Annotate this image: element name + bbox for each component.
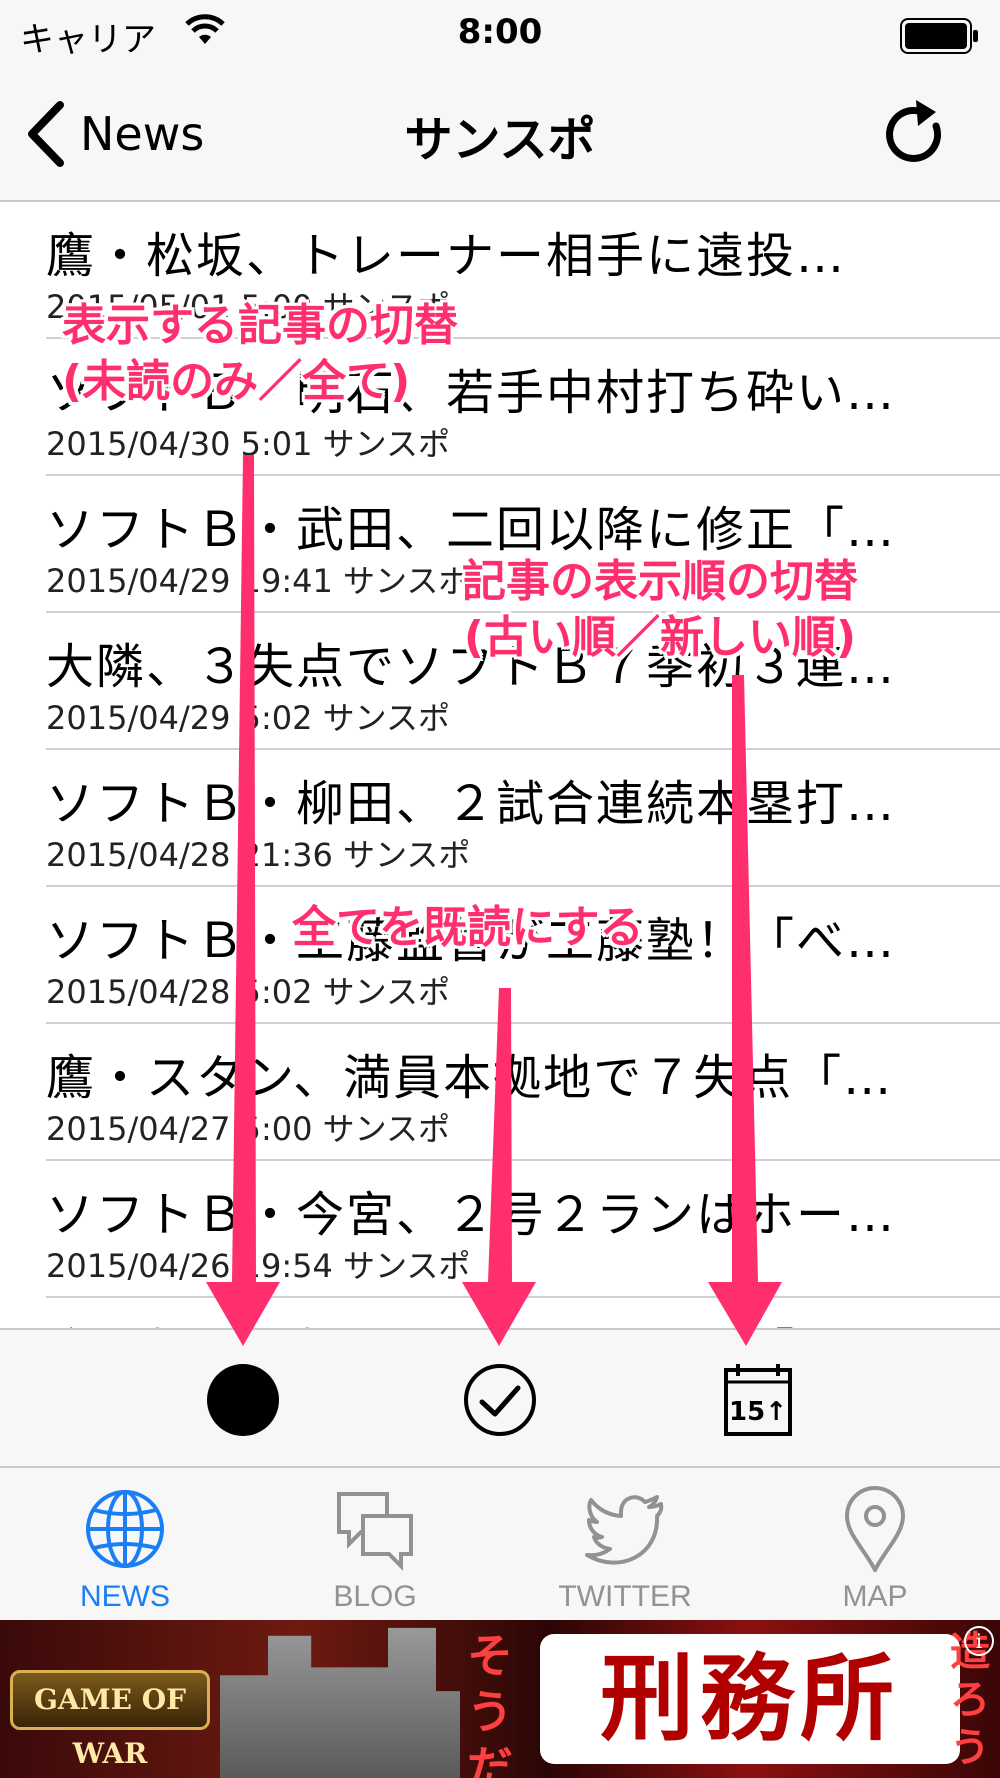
battery-icon <box>900 18 978 54</box>
chat-bubbles-icon <box>337 1492 413 1571</box>
article-meta: 2015/04/29 5:02 サンスポ <box>46 699 451 737</box>
ad-side-text-left: そうだ <box>467 1629 513 1778</box>
list-item[interactable]: 鷹・松田、打てないと…２号は「… <box>46 1298 1000 1328</box>
article-title: 鷹・松坂、トレーナー相手に遠投… <box>46 228 847 284</box>
list-item[interactable]: ソフトＢ・今宮、２号２ランはホー… 2015/04/26 19:54 サンスポ <box>46 1161 1000 1298</box>
checkmark-circle-icon[interactable] <box>462 1362 538 1438</box>
clock: 8:00 <box>457 12 543 52</box>
tab-twitter-label: TWITTER <box>558 1580 692 1613</box>
annotation-sort-line1: 記事の表示順の切替 <box>462 556 858 607</box>
article-title: 鷹・松田、打てないと…２号は「… <box>46 1312 946 1328</box>
tab-blog[interactable]: BLOG <box>250 1468 500 1622</box>
tab-bar: NEWS BLOG TWITTER MAP <box>0 1466 1000 1620</box>
article-meta: 2015/04/28 21:36 サンスポ <box>46 836 471 874</box>
filled-circle-icon[interactable] <box>205 1362 281 1438</box>
tab-twitter[interactable]: TWITTER <box>500 1468 750 1622</box>
article-title: ソフトＢ・柳田、２試合連続本塁打… <box>46 776 897 832</box>
article-title: ソフトＢ・今宮、２号２ランはホー… <box>46 1187 897 1243</box>
status-bar: キャリア 8:00 <box>0 0 1000 66</box>
article-meta: 2015/04/26 19:54 サンスポ <box>46 1247 471 1285</box>
annotation-sort: 記事の表示順の切替 (古い順／新しい順) <box>462 554 858 666</box>
annotation-sort-line2: (古い順／新しい順) <box>463 612 857 663</box>
annotation-filter-line1: 表示する記事の切替 <box>62 300 458 351</box>
tab-news[interactable]: NEWS <box>0 1468 250 1622</box>
ad-info-icon[interactable]: i <box>964 1626 994 1656</box>
article-meta: 2015/04/30 5:01 サンスポ <box>46 425 451 463</box>
bird-icon <box>585 1495 664 1565</box>
navigation-bar: News サンスポ <box>0 66 1000 202</box>
page-title: サンスポ <box>404 112 596 168</box>
calendar-sort-label: 15↑ <box>729 1397 787 1427</box>
article-title: 鷹・スタン、満員本拠地で７失点「… <box>46 1050 894 1106</box>
map-pin-icon <box>844 1486 906 1572</box>
ad-banner[interactable]: GAME OF WAR そうだ 刑務所 造ろう i <box>0 1620 1000 1778</box>
tab-blog-label: BLOG <box>333 1580 417 1613</box>
ad-game-logo: GAME OF WAR <box>10 1670 210 1770</box>
tab-map[interactable]: MAP <box>750 1468 1000 1622</box>
annotation-filter: 表示する記事の切替 (未読のみ／全て) <box>62 298 458 410</box>
list-item[interactable]: 鷹・スタン、満員本拠地で７失点「… 2015/04/27 5:00 サンスポ <box>46 1024 1000 1161</box>
annotation-filter-line2: (未読のみ／全て) <box>62 356 411 407</box>
ad-headline: 刑務所 <box>540 1634 960 1764</box>
article-title: ソフトＢ・武田、二回以降に修正「… <box>46 502 897 558</box>
refresh-icon[interactable] <box>882 96 952 172</box>
article-meta: 2015/04/27 5:00 サンスポ <box>46 1110 451 1148</box>
article-meta: 2015/04/29 19:41 サンスポ <box>46 562 471 600</box>
article-meta: 2015/04/28 5:02 サンスポ <box>46 973 451 1011</box>
list-item[interactable]: ソフトＢ・柳田、２試合連続本塁打… 2015/04/28 21:36 サンスポ <box>46 750 1000 887</box>
ad-castle-image <box>220 1627 460 1778</box>
tab-news-label: NEWS <box>80 1580 170 1613</box>
annotation-mark-read: 全てを既読にする <box>292 902 644 953</box>
calendar-sort-icon[interactable]: 15↑ <box>720 1362 796 1438</box>
tab-map-label: MAP <box>842 1580 908 1613</box>
globe-icon <box>86 1490 164 1568</box>
bottom-toolbar: 15↑ <box>0 1328 1000 1466</box>
